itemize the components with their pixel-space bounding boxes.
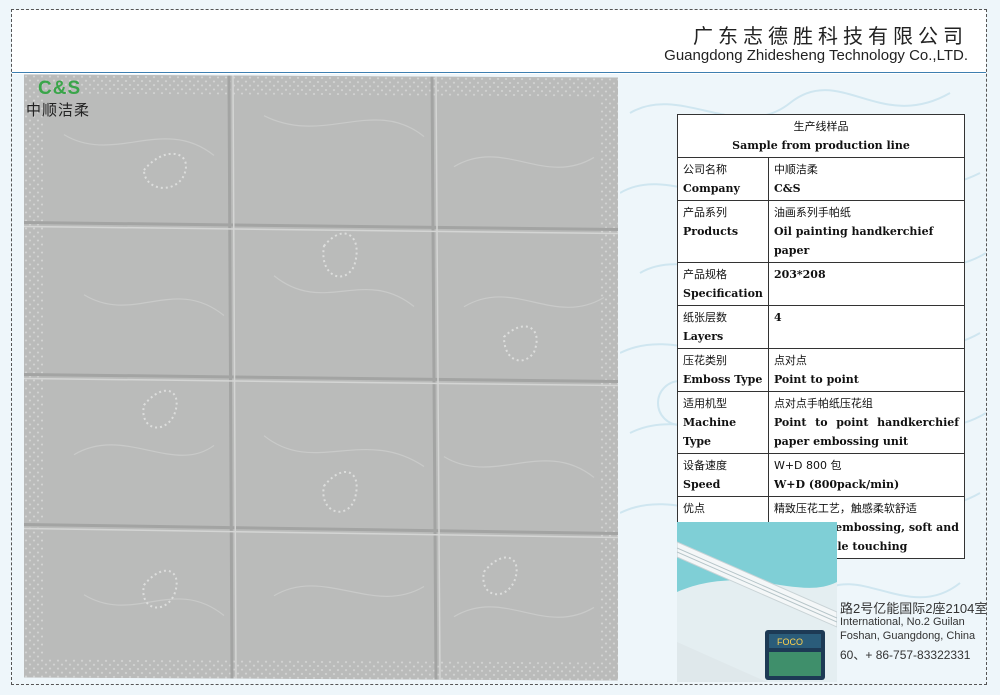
document-page: 广东志德胜科技有限公司 Guangdong Zhidesheng Technol…: [0, 0, 1000, 695]
page-frame: [11, 9, 987, 685]
